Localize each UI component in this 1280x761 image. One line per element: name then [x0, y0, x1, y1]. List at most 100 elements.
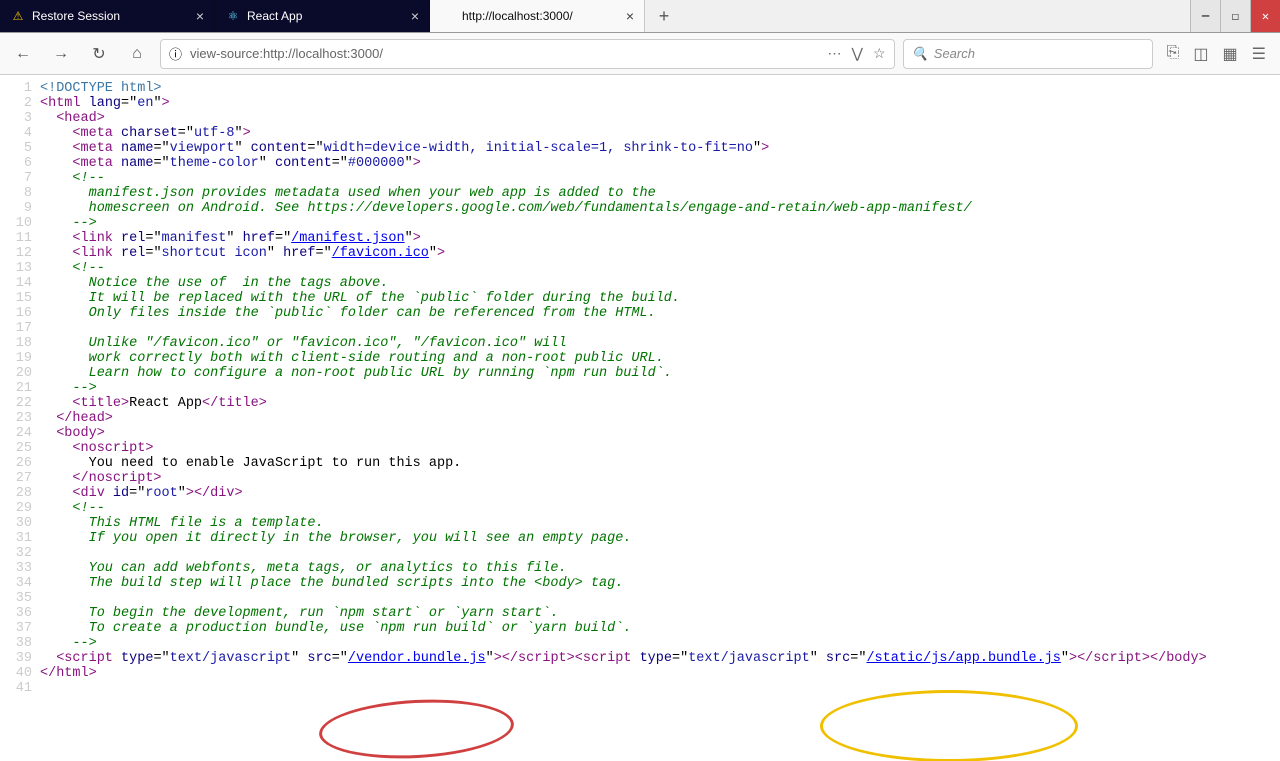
more-icon[interactable]: ⋯ [828, 45, 842, 62]
maximize-button[interactable]: ☐ [1220, 0, 1250, 32]
source-view[interactable]: 1<!DOCTYPE html>2<html lang="en">3 <head… [0, 75, 1280, 761]
forward-button[interactable]: → [46, 39, 76, 69]
source-code[interactable] [40, 321, 1280, 336]
line-number: 37 [0, 621, 40, 636]
source-code[interactable]: </html> [40, 666, 1280, 681]
source-line: 11 <link rel="manifest" href="/manifest.… [0, 231, 1280, 246]
source-line: 1<!DOCTYPE html> [0, 81, 1280, 96]
source-line: 18 Unlike "/favicon.ico" or "favicon.ico… [0, 336, 1280, 351]
close-icon[interactable]: × [626, 8, 634, 24]
source-code[interactable]: Learn how to configure a non-root public… [40, 366, 1280, 381]
page-icon [440, 8, 456, 24]
source-code[interactable]: <meta name="theme-color" content="#00000… [40, 156, 1280, 171]
source-line: 4 <meta charset="utf-8"> [0, 126, 1280, 141]
source-line: 33 You can add webfonts, meta tags, or a… [0, 561, 1280, 576]
source-code[interactable]: <meta name="viewport" content="width=dev… [40, 141, 1280, 156]
source-line: 32 [0, 546, 1280, 561]
source-code[interactable]: This HTML file is a template. [40, 516, 1280, 531]
url-bar[interactable]: ⓘ view-source:http://localhost:3000/ ⋯ ⋁… [160, 39, 895, 69]
source-code[interactable]: <meta charset="utf-8"> [40, 126, 1280, 141]
source-code[interactable]: <!DOCTYPE html> [40, 81, 1280, 96]
pocket-icon[interactable]: ⋁ [852, 45, 863, 62]
react-icon: ⚛ [225, 8, 241, 24]
source-code[interactable]: --> [40, 636, 1280, 651]
source-line: 12 <link rel="shortcut icon" href="/favi… [0, 246, 1280, 261]
line-number: 25 [0, 441, 40, 456]
source-code[interactable]: <!-- [40, 261, 1280, 276]
line-number: 35 [0, 591, 40, 606]
tab-view-source[interactable]: http://localhost:3000/ × [430, 0, 645, 32]
source-code[interactable]: <head> [40, 111, 1280, 126]
source-code[interactable]: You can add webfonts, meta tags, or anal… [40, 561, 1280, 576]
source-code[interactable]: <link rel="shortcut icon" href="/favicon… [40, 246, 1280, 261]
source-code[interactable]: If you open it directly in the browser, … [40, 531, 1280, 546]
source-code[interactable]: You need to enable JavaScript to run thi… [40, 456, 1280, 471]
source-code[interactable]: The build step will place the bundled sc… [40, 576, 1280, 591]
source-line: 40</html> [0, 666, 1280, 681]
line-number: 18 [0, 336, 40, 351]
source-code[interactable]: </noscript> [40, 471, 1280, 486]
source-code[interactable] [40, 591, 1280, 606]
addon-icon[interactable]: ▦ [1223, 44, 1238, 64]
source-code[interactable]: work correctly both with client-side rou… [40, 351, 1280, 366]
source-code[interactable]: manifest.json provides metadata used whe… [40, 186, 1280, 201]
source-line: 25 <noscript> [0, 441, 1280, 456]
source-code[interactable]: <div id="root"></div> [40, 486, 1280, 501]
source-line: 20 Learn how to configure a non-root pub… [0, 366, 1280, 381]
source-code[interactable]: To begin the development, run `npm start… [40, 606, 1280, 621]
close-icon[interactable]: × [411, 8, 419, 24]
warning-icon: ⚠ [10, 8, 26, 24]
minimize-button[interactable]: ─ [1190, 0, 1220, 32]
search-bar[interactable]: 🔍 Search [903, 39, 1153, 69]
tab-label: http://localhost:3000/ [462, 9, 620, 23]
home-button[interactable]: ⌂ [122, 39, 152, 69]
source-line: 16 Only files inside the `public` folder… [0, 306, 1280, 321]
tab-react-app[interactable]: ⚛ React App × [215, 0, 430, 32]
source-code[interactable]: <noscript> [40, 441, 1280, 456]
menu-icon[interactable]: ☰ [1252, 44, 1266, 64]
line-number: 11 [0, 231, 40, 246]
source-line: 5 <meta name="viewport" content="width=d… [0, 141, 1280, 156]
source-line: 36 To begin the development, run `npm st… [0, 606, 1280, 621]
close-icon[interactable]: × [196, 8, 204, 24]
line-number: 28 [0, 486, 40, 501]
tab-restore-session[interactable]: ⚠ Restore Session × [0, 0, 215, 32]
source-code[interactable]: homescreen on Android. See https://devel… [40, 201, 1280, 216]
window-controls: ─ ☐ ✕ [1190, 0, 1280, 32]
source-line: 26 You need to enable JavaScript to run … [0, 456, 1280, 471]
source-line: 8 manifest.json provides metadata used w… [0, 186, 1280, 201]
line-number: 12 [0, 246, 40, 261]
sidebar-icon[interactable]: ◫ [1193, 44, 1208, 64]
info-icon[interactable]: ⓘ [169, 44, 182, 63]
source-code[interactable]: <title>React App</title> [40, 396, 1280, 411]
source-code[interactable]: <!-- [40, 171, 1280, 186]
close-window-button[interactable]: ✕ [1250, 0, 1280, 32]
line-number: 20 [0, 366, 40, 381]
source-code[interactable]: --> [40, 216, 1280, 231]
source-code[interactable]: It will be replaced with the URL of the … [40, 291, 1280, 306]
line-number: 22 [0, 396, 40, 411]
bookmark-icon[interactable]: ☆ [873, 45, 886, 62]
source-code[interactable] [40, 546, 1280, 561]
source-code[interactable]: <body> [40, 426, 1280, 441]
source-line: 15 It will be replaced with the URL of t… [0, 291, 1280, 306]
source-code[interactable] [40, 681, 1280, 696]
reload-button[interactable]: ↻ [84, 39, 114, 69]
source-code[interactable]: </head> [40, 411, 1280, 426]
back-button[interactable]: ← [8, 39, 38, 69]
source-code[interactable]: <html lang="en"> [40, 96, 1280, 111]
source-line: 23 </head> [0, 411, 1280, 426]
line-number: 9 [0, 201, 40, 216]
line-number: 14 [0, 276, 40, 291]
source-code[interactable]: Only files inside the `public` folder ca… [40, 306, 1280, 321]
library-icon[interactable]: ⎘ [1167, 44, 1180, 64]
source-code[interactable]: --> [40, 381, 1280, 396]
new-tab-button[interactable]: + [645, 0, 683, 32]
source-code[interactable]: <script type="text/javascript" src="/ven… [40, 651, 1280, 666]
source-code[interactable]: Unlike "/favicon.ico" or "favicon.ico", … [40, 336, 1280, 351]
source-code[interactable]: Notice the use of in the tags above. [40, 276, 1280, 291]
source-code[interactable]: To create a production bundle, use `npm … [40, 621, 1280, 636]
line-number: 8 [0, 186, 40, 201]
source-code[interactable]: <!-- [40, 501, 1280, 516]
source-code[interactable]: <link rel="manifest" href="/manifest.jso… [40, 231, 1280, 246]
